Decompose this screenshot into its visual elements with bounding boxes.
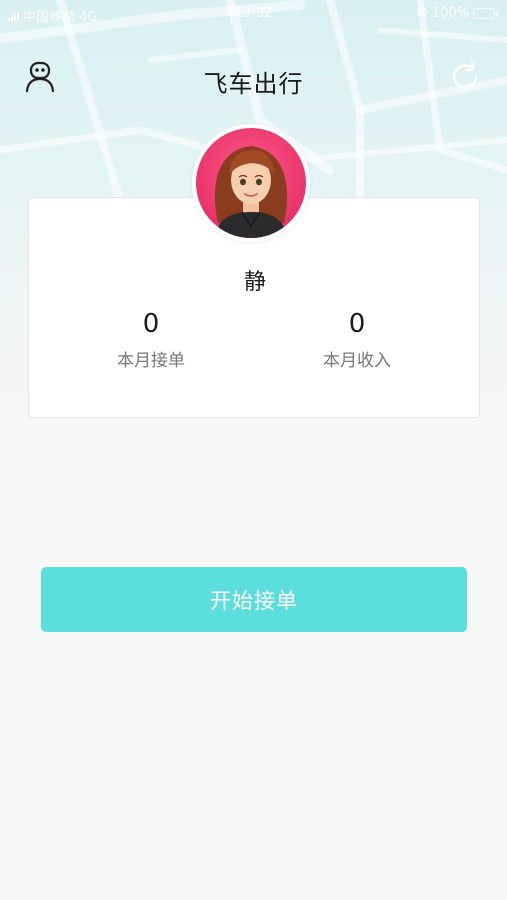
stat-label: 本月收入 [323, 351, 391, 371]
refresh-button[interactable] [449, 60, 483, 94]
battery-icon [473, 8, 498, 19]
location-icon [417, 6, 428, 21]
start-orders-button[interactable]: 开始接单 [41, 567, 467, 632]
status-bar: 中国移动 4G 13:32 100% [0, 0, 507, 30]
stat-value: 0 [348, 309, 366, 339]
page-title: 飞车出行 [203, 70, 304, 98]
avatar-image [214, 146, 288, 238]
battery-percent: 100% [431, 6, 469, 21]
stat-label: 本月接单 [117, 351, 185, 371]
stat-value: 0 [142, 309, 160, 339]
nav-bar: 飞车出行 [0, 48, 507, 108]
user-name: 静 [243, 270, 266, 295]
status-indicators: 100% [417, 6, 498, 21]
stat-monthly-orders: 0 本月接单 [81, 308, 221, 371]
refresh-icon [452, 61, 478, 89]
avatar[interactable] [192, 124, 310, 242]
stat-monthly-income: 0 本月收入 [287, 308, 427, 371]
